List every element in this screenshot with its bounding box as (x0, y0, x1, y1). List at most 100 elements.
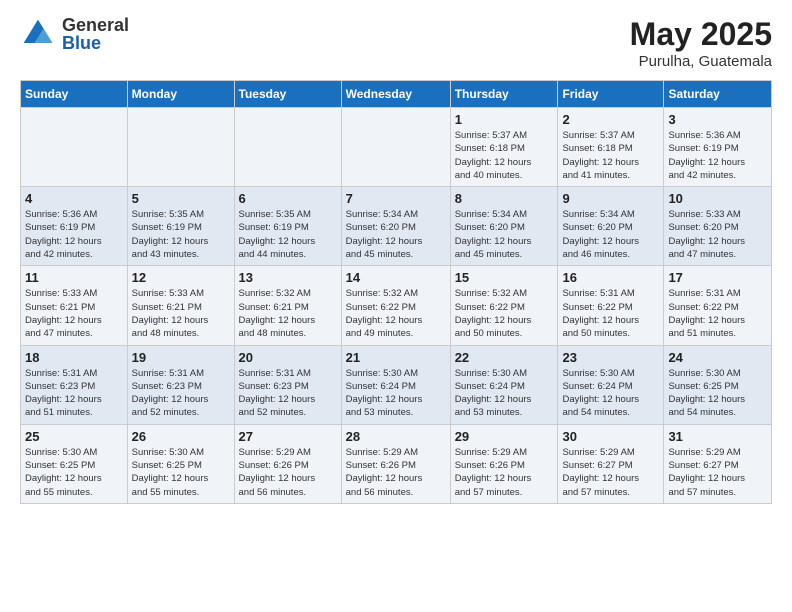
calendar-cell: 3 Sunrise: 5:36 AM Sunset: 6:19 PM Daylig… (664, 108, 772, 187)
calendar-cell: 23 Sunrise: 5:30 AM Sunset: 6:24 PM Dayli… (558, 345, 664, 424)
header-cell-thursday: Thursday (450, 81, 558, 108)
day-number: 3 (668, 112, 767, 127)
day-number: 14 (346, 270, 446, 285)
day-number: 28 (346, 429, 446, 444)
day-number: 16 (562, 270, 659, 285)
calendar-cell: 28 Sunrise: 5:29 AM Sunset: 6:26 PM Dayli… (341, 424, 450, 503)
day-number: 26 (132, 429, 230, 444)
page: General Blue May 2025 Purulha, Guatemala… (0, 0, 792, 524)
logo-blue-text: Blue (62, 34, 129, 52)
day-info: Sunrise: 5:37 AM Sunset: 6:18 PM Dayligh… (455, 129, 554, 182)
day-number: 4 (25, 191, 123, 206)
calendar-cell: 9 Sunrise: 5:34 AM Sunset: 6:20 PM Daylig… (558, 187, 664, 266)
logo-general-text: General (62, 16, 129, 34)
day-number: 5 (132, 191, 230, 206)
day-info: Sunrise: 5:33 AM Sunset: 6:20 PM Dayligh… (668, 208, 767, 261)
calendar-cell: 18Sunrise: 5:31 AM Sunset: 6:23 PM Dayli… (21, 345, 128, 424)
day-number: 8 (455, 191, 554, 206)
day-info: Sunrise: 5:30 AM Sunset: 6:25 PM Dayligh… (132, 446, 230, 499)
calendar-cell: 16Sunrise: 5:31 AM Sunset: 6:22 PM Dayli… (558, 266, 664, 345)
calendar-cell: 11 Sunrise: 5:33 AM Sunset: 6:21 PM Dayli… (21, 266, 128, 345)
day-info: Sunrise: 5:31 AM Sunset: 6:23 PM Dayligh… (239, 367, 337, 420)
week-row-5: 25 Sunrise: 5:30 AM Sunset: 6:25 PM Dayli… (21, 424, 772, 503)
calendar-cell: 10 Sunrise: 5:33 AM Sunset: 6:20 PM Dayli… (664, 187, 772, 266)
day-info: Sunrise: 5:29 AM Sunset: 6:27 PM Dayligh… (562, 446, 659, 499)
calendar-cell (234, 108, 341, 187)
day-number: 27 (239, 429, 337, 444)
day-info: Sunrise: 5:32 AM Sunset: 6:21 PM Dayligh… (239, 287, 337, 340)
title-block: May 2025 Purulha, Guatemala (630, 16, 772, 70)
day-number: 11 (25, 270, 123, 285)
calendar-cell: 20 Sunrise: 5:31 AM Sunset: 6:23 PM Dayli… (234, 345, 341, 424)
calendar-cell: 8Sunrise: 5:34 AM Sunset: 6:20 PM Daylig… (450, 187, 558, 266)
calendar-cell: 26 Sunrise: 5:30 AM Sunset: 6:25 PM Dayli… (127, 424, 234, 503)
day-info: Sunrise: 5:34 AM Sunset: 6:20 PM Dayligh… (346, 208, 446, 261)
day-number: 7 (346, 191, 446, 206)
day-number: 10 (668, 191, 767, 206)
day-number: 25 (25, 429, 123, 444)
header-cell-wednesday: Wednesday (341, 81, 450, 108)
calendar-table: SundayMondayTuesdayWednesdayThursdayFrid… (20, 80, 772, 504)
calendar-cell: 6Sunrise: 5:35 AM Sunset: 6:19 PM Daylig… (234, 187, 341, 266)
day-info: Sunrise: 5:34 AM Sunset: 6:20 PM Dayligh… (562, 208, 659, 261)
day-info: Sunrise: 5:30 AM Sunset: 6:24 PM Dayligh… (562, 367, 659, 420)
calendar-cell: 4 Sunrise: 5:36 AM Sunset: 6:19 PM Daylig… (21, 187, 128, 266)
day-info: Sunrise: 5:36 AM Sunset: 6:19 PM Dayligh… (25, 208, 123, 261)
calendar-cell: 21 Sunrise: 5:30 AM Sunset: 6:24 PM Dayli… (341, 345, 450, 424)
day-number: 17 (668, 270, 767, 285)
calendar-cell: 27 Sunrise: 5:29 AM Sunset: 6:26 PM Dayli… (234, 424, 341, 503)
day-number: 15 (455, 270, 554, 285)
calendar-cell: 2Sunrise: 5:37 AM Sunset: 6:18 PM Daylig… (558, 108, 664, 187)
day-info: Sunrise: 5:33 AM Sunset: 6:21 PM Dayligh… (132, 287, 230, 340)
day-number: 22 (455, 350, 554, 365)
day-info: Sunrise: 5:31 AM Sunset: 6:22 PM Dayligh… (668, 287, 767, 340)
location-text: Purulha, Guatemala (630, 53, 772, 70)
day-number: 13 (239, 270, 337, 285)
calendar-header: SundayMondayTuesdayWednesdayThursdayFrid… (21, 81, 772, 108)
day-info: Sunrise: 5:30 AM Sunset: 6:25 PM Dayligh… (668, 367, 767, 420)
day-info: Sunrise: 5:29 AM Sunset: 6:26 PM Dayligh… (239, 446, 337, 499)
day-number: 24 (668, 350, 767, 365)
week-row-2: 4 Sunrise: 5:36 AM Sunset: 6:19 PM Daylig… (21, 187, 772, 266)
header-row: SundayMondayTuesdayWednesdayThursdayFrid… (21, 81, 772, 108)
day-number: 9 (562, 191, 659, 206)
week-row-4: 18Sunrise: 5:31 AM Sunset: 6:23 PM Dayli… (21, 345, 772, 424)
calendar-cell: 14 Sunrise: 5:32 AM Sunset: 6:22 PM Dayli… (341, 266, 450, 345)
calendar-cell: 12Sunrise: 5:33 AM Sunset: 6:21 PM Dayli… (127, 266, 234, 345)
calendar-cell (127, 108, 234, 187)
day-info: Sunrise: 5:31 AM Sunset: 6:23 PM Dayligh… (132, 367, 230, 420)
calendar-cell (341, 108, 450, 187)
week-row-3: 11 Sunrise: 5:33 AM Sunset: 6:21 PM Dayli… (21, 266, 772, 345)
day-number: 20 (239, 350, 337, 365)
day-info: Sunrise: 5:29 AM Sunset: 6:26 PM Dayligh… (455, 446, 554, 499)
calendar-cell: 22Sunrise: 5:30 AM Sunset: 6:24 PM Dayli… (450, 345, 558, 424)
header: General Blue May 2025 Purulha, Guatemala (20, 16, 772, 70)
calendar-cell: 30Sunrise: 5:29 AM Sunset: 6:27 PM Dayli… (558, 424, 664, 503)
header-cell-tuesday: Tuesday (234, 81, 341, 108)
day-number: 23 (562, 350, 659, 365)
day-info: Sunrise: 5:29 AM Sunset: 6:27 PM Dayligh… (668, 446, 767, 499)
day-info: Sunrise: 5:30 AM Sunset: 6:24 PM Dayligh… (346, 367, 446, 420)
day-info: Sunrise: 5:32 AM Sunset: 6:22 PM Dayligh… (346, 287, 446, 340)
month-year-title: May 2025 (630, 16, 772, 53)
calendar-cell: 1Sunrise: 5:37 AM Sunset: 6:18 PM Daylig… (450, 108, 558, 187)
calendar-cell: 29Sunrise: 5:29 AM Sunset: 6:26 PM Dayli… (450, 424, 558, 503)
logo-text: General Blue (62, 16, 129, 52)
day-info: Sunrise: 5:35 AM Sunset: 6:19 PM Dayligh… (239, 208, 337, 261)
day-info: Sunrise: 5:36 AM Sunset: 6:19 PM Dayligh… (668, 129, 767, 182)
week-row-1: 1Sunrise: 5:37 AM Sunset: 6:18 PM Daylig… (21, 108, 772, 187)
calendar-cell: 25Sunrise: 5:30 AM Sunset: 6:25 PM Dayli… (21, 424, 128, 503)
calendar-cell: 7 Sunrise: 5:34 AM Sunset: 6:20 PM Daylig… (341, 187, 450, 266)
calendar-cell (21, 108, 128, 187)
day-number: 19 (132, 350, 230, 365)
calendar-cell: 5 Sunrise: 5:35 AM Sunset: 6:19 PM Daylig… (127, 187, 234, 266)
calendar-cell: 17 Sunrise: 5:31 AM Sunset: 6:22 PM Dayli… (664, 266, 772, 345)
day-info: Sunrise: 5:29 AM Sunset: 6:26 PM Dayligh… (346, 446, 446, 499)
day-info: Sunrise: 5:35 AM Sunset: 6:19 PM Dayligh… (132, 208, 230, 261)
header-cell-saturday: Saturday (664, 81, 772, 108)
day-info: Sunrise: 5:33 AM Sunset: 6:21 PM Dayligh… (25, 287, 123, 340)
logo: General Blue (20, 16, 129, 52)
day-number: 31 (668, 429, 767, 444)
day-info: Sunrise: 5:32 AM Sunset: 6:22 PM Dayligh… (455, 287, 554, 340)
day-number: 21 (346, 350, 446, 365)
